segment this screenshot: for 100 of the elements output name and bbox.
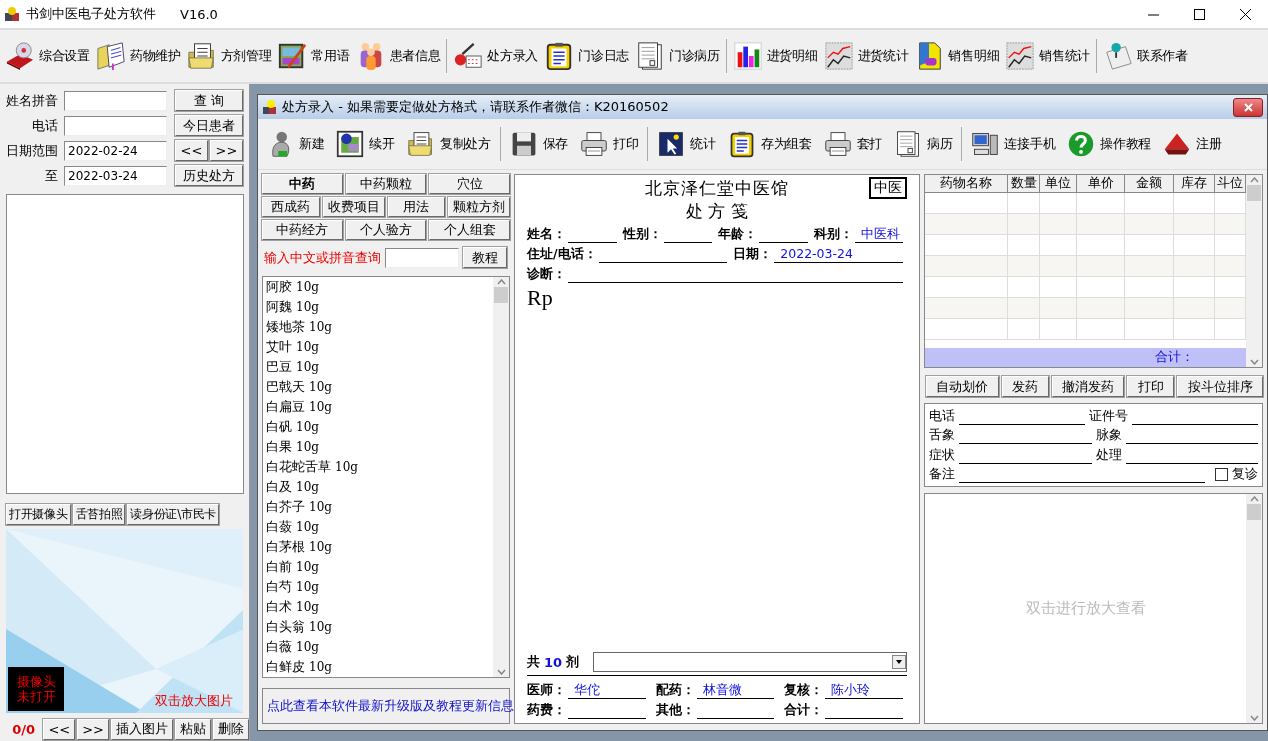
toolbar-button[interactable]: 进货统计 (820, 36, 912, 76)
toolbar-button[interactable]: 统计 (651, 124, 722, 164)
medicine-item[interactable]: 巴戟天 10g (266, 377, 493, 397)
fill-in-line[interactable]: 2022-03-24 (774, 246, 903, 263)
toolbar-button[interactable]: 门诊日志 (541, 36, 632, 76)
search-button[interactable]: 历史处方 (175, 165, 243, 186)
toolbar-button[interactable]: 套打 (817, 124, 889, 164)
medicine-item[interactable]: 艾叶 10g (266, 337, 493, 357)
action-button[interactable]: 撤消发药 (1051, 376, 1125, 397)
search-field[interactable] (385, 247, 459, 268)
medicine-item[interactable]: 阿胶 10g (266, 277, 493, 297)
camera-button[interactable]: 打开摄像头 (6, 504, 71, 525)
toolbar-button[interactable]: 处方录入 (450, 36, 542, 76)
input-field[interactable]: 2022-03-24 (64, 165, 167, 186)
tutorial-button[interactable]: 教程 (463, 247, 507, 268)
toolbar-button[interactable]: 注册 (1157, 124, 1228, 164)
toolbar-button[interactable]: 打印 (574, 124, 645, 164)
medicine-item[interactable]: 白茅根 10g (266, 537, 493, 557)
column-header[interactable]: 斗位 (1214, 175, 1246, 193)
toolbar-button[interactable]: 新建 (260, 124, 331, 164)
fill-in-line[interactable]: 林音微 (696, 682, 775, 699)
toolbar-button[interactable]: 药物维护 (92, 36, 184, 76)
toolbar-button[interactable]: 联系作者 (1100, 36, 1191, 76)
photo-button[interactable]: 粘贴 (175, 718, 211, 740)
input-field[interactable] (64, 90, 167, 111)
category-tab[interactable]: 西成药 (262, 197, 320, 217)
medicine-item[interactable]: 白蔹 10g (266, 517, 493, 537)
scroll-thumb[interactable] (1247, 185, 1261, 201)
medicine-item[interactable]: 白头翁 10g (266, 617, 493, 637)
medicine-item[interactable]: 白果 10g (266, 437, 493, 457)
category-tab[interactable]: 中药经方 (262, 220, 343, 240)
medicine-item[interactable]: 白花蛇舌草 10g (266, 457, 493, 477)
scroll-thumb[interactable] (494, 287, 508, 303)
category-tab[interactable]: 收费项目 (322, 197, 385, 217)
toolbar-button[interactable]: 门诊病历 (632, 36, 723, 76)
scroll-thumb[interactable] (1247, 504, 1261, 520)
search-button[interactable]: >> (210, 140, 243, 161)
toolbar-button[interactable]: 操作教程 (1061, 124, 1158, 164)
medicine-item[interactable]: 白术 10g (266, 597, 493, 617)
close-button[interactable] (1233, 97, 1263, 117)
column-header[interactable]: 药物名称 (925, 175, 1009, 193)
input-field[interactable] (64, 115, 167, 136)
medicine-item[interactable]: 白芍 10g (266, 577, 493, 597)
scrollbar[interactable] (1246, 175, 1262, 367)
category-tab[interactable]: 穴位 (429, 174, 510, 194)
scrollbar[interactable] (493, 277, 509, 677)
category-tab[interactable]: 中药 (262, 174, 343, 194)
fill-in-line[interactable]: 华佗 (568, 682, 646, 699)
fill-in-line[interactable]: 陈小玲 (825, 682, 903, 699)
toolbar-button[interactable]: 患者信息 (352, 36, 444, 76)
column-header[interactable]: 金额 (1125, 175, 1175, 193)
camera-button[interactable]: 舌苔拍照 (72, 504, 126, 525)
search-button[interactable]: 查 询 (175, 90, 243, 111)
toolbar-button[interactable]: 方剂管理 (183, 36, 275, 76)
medicine-item[interactable]: 白前 10g (266, 557, 493, 577)
medicine-item[interactable]: 白及 10g (266, 477, 493, 497)
camera-button[interactable]: 读身份证\市民卡 (127, 504, 219, 525)
photo-button[interactable]: 删除 (213, 718, 249, 740)
toolbar-button[interactable]: 综合设置 (2, 36, 93, 76)
toolbar-button[interactable]: 复制处方 (400, 124, 497, 164)
medicine-item[interactable]: 白鲜皮 10g (266, 657, 493, 677)
column-header[interactable]: 库存 (1174, 175, 1215, 193)
search-button[interactable]: 今日患者 (175, 115, 243, 136)
category-tab[interactable]: 中药颗粒 (345, 174, 427, 194)
medicine-item[interactable]: 阿魏 10g (266, 297, 493, 317)
toolbar-button[interactable]: 进货明细 (729, 36, 821, 76)
category-tab[interactable]: 颗粒方剂 (448, 197, 510, 217)
search-button[interactable]: << (175, 140, 208, 161)
medicine-item[interactable]: 白扁豆 10g (266, 397, 493, 417)
scrollbar[interactable] (1246, 494, 1262, 723)
category-tab[interactable]: 个人验方 (345, 220, 427, 240)
dropdown-field[interactable] (593, 652, 907, 672)
toolbar-button[interactable]: 常用语 (274, 36, 353, 76)
action-button[interactable]: 自动划价 (926, 376, 999, 397)
photo-button[interactable]: >> (77, 718, 109, 740)
toolbar-button[interactable]: 存为组套 (721, 124, 818, 164)
checkbox[interactable] (1215, 467, 1228, 481)
action-button[interactable]: 发药 (1001, 376, 1049, 397)
fill-in-line[interactable]: 中医科 (854, 226, 903, 243)
input-field[interactable]: 2022-02-24 (64, 140, 167, 161)
action-button[interactable]: 打印 (1127, 376, 1175, 397)
column-header[interactable]: 单位 (1040, 175, 1077, 193)
toolbar-button[interactable]: 销售统计 (1002, 36, 1094, 76)
caret-icon[interactable] (892, 655, 906, 669)
category-tab[interactable]: 个人组套 (429, 220, 510, 240)
photo-button[interactable]: 插入图片 (111, 718, 173, 740)
column-header[interactable]: 单价 (1076, 175, 1126, 193)
medicine-item[interactable]: 巴豆 10g (266, 357, 493, 377)
toolbar-button[interactable]: 连接手机 (965, 124, 1062, 164)
category-tab[interactable]: 用法 (387, 197, 445, 217)
medicine-item[interactable]: 白矾 10g (266, 417, 493, 437)
toolbar-button[interactable]: 续开 (330, 124, 401, 164)
medicine-item[interactable]: 白芥子 10g (266, 497, 493, 517)
toolbar-button[interactable]: 保存 (503, 124, 575, 164)
toolbar-button[interactable]: 销售明细 (911, 36, 1003, 76)
toolbar-button[interactable]: 病历 (888, 124, 959, 164)
photo-button[interactable]: << (43, 718, 76, 740)
action-button[interactable]: 按斗位排序 (1177, 376, 1263, 397)
medicine-item[interactable]: 白薇 10g (266, 637, 493, 657)
medicine-item[interactable]: 矮地茶 10g (266, 317, 493, 337)
